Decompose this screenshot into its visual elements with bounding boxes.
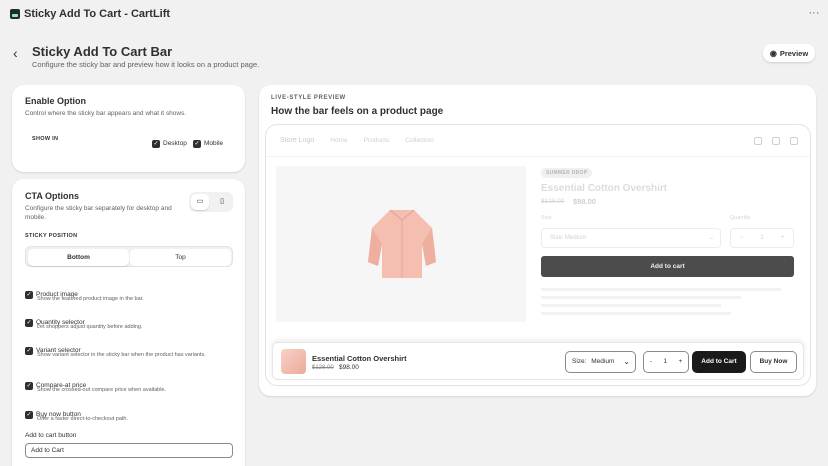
product-price: $98.00 [573, 197, 596, 206]
store-nav-icons [744, 137, 798, 145]
option-description: Show variant selector in the sticky bar … [37, 352, 206, 358]
product-size-label: Size [541, 215, 552, 221]
sticky-size-select[interactable]: Size: Medium ⌄ [565, 351, 636, 373]
sticky-size-label: Size: [572, 358, 587, 365]
sticky-product-name: Essential Cotton Overshirt [312, 354, 407, 363]
store-logo: Store Logo [280, 137, 315, 144]
device-toggle: ▭ ▯ [189, 192, 233, 212]
preview-button-label: Preview [779, 48, 809, 58]
checkmark-icon: ✓ [152, 139, 160, 148]
option-description: Offer a faster direct-to-checkout path. [37, 416, 128, 422]
overshirt-image [368, 209, 436, 278]
sticky-qty-minus-button[interactable]: - [650, 352, 652, 372]
position-top-option[interactable]: Top [130, 249, 231, 266]
sticky-buy-now-button[interactable]: Buy Now [750, 351, 797, 373]
add-to-cart-field-label: Add to cart button [25, 432, 77, 439]
enable-option-title: Enable Option [25, 96, 87, 106]
sticky-qty-plus-button[interactable]: + [678, 352, 682, 372]
product-quantity-label: Quantity [730, 215, 751, 221]
preview-device-frame: Store Logo Home Products Collection SUMM… [265, 124, 811, 386]
option-description: Let shoppers adjust quantity before addi… [37, 324, 143, 330]
product-quantity-value: 1 [760, 235, 764, 241]
desktop-checkbox[interactable]: ✓ Desktop [152, 135, 187, 153]
chevron-down-icon: ⌄ [623, 357, 630, 366]
cta-options-subtitle: Configure the sticky bar separately for … [25, 205, 172, 221]
compare-at-price-option[interactable]: ✓ Compare-at price Show the crossed-out c… [25, 377, 166, 395]
sticky-position-segmented: Bottom Top [25, 246, 233, 267]
more-options-icon[interactable]: ··· [806, 6, 822, 20]
app-title: Sticky Add To Cart - CartLift [24, 8, 171, 20]
product-size-select-value: Size: Medium [550, 235, 587, 241]
quantity-selector-option[interactable]: ✓ Quantity selector Let shoppers adjust q… [25, 314, 143, 332]
account-icon [772, 137, 780, 145]
page-title: Sticky Add To Cart Bar [32, 44, 173, 59]
page-subtitle: Configure the sticky bar and preview how… [32, 60, 260, 69]
option-description: Show the featured product image in the b… [37, 296, 144, 302]
sticky-add-to-cart-button[interactable]: Add to Cart [692, 351, 746, 373]
sticky-compare-price: $128.00 [312, 365, 334, 371]
store-nav-products: Products [363, 137, 390, 144]
enable-option-card: Enable Option Control where the sticky b… [12, 85, 245, 172]
checkmark-icon: ✓ [25, 410, 33, 419]
preview-title: How the bar feels on a product page [271, 106, 444, 117]
product-add-to-cart-button: Add to cart [541, 256, 794, 277]
search-icon [754, 137, 762, 145]
app-logo-icon [10, 9, 20, 19]
product-badge: SUMMER DROP [541, 168, 593, 178]
sticky-product-thumbnail [281, 349, 306, 374]
sticky-price: $98.00 [339, 364, 359, 371]
enable-option-subtitle: Control where the sticky bar appears and… [25, 110, 187, 117]
mobile-checkbox[interactable]: ✓ Mobile [193, 135, 223, 153]
checkmark-icon: ✓ [25, 290, 33, 299]
product-size-select: Size: Medium ⌄ [541, 228, 721, 248]
buy-now-option[interactable]: ✓ Buy now button Offer a faster direct-to… [25, 406, 128, 424]
store-nav-home: Home [330, 137, 348, 144]
sticky-qty-value: 1 [663, 358, 667, 365]
checkmark-icon: ✓ [193, 139, 201, 148]
cart-icon [790, 137, 798, 145]
preview-eyebrow: LIVE-STYLE PREVIEW [271, 95, 346, 101]
store-nav-collection: Collection [405, 137, 434, 144]
variant-selector-option[interactable]: ✓ Variant selector Show variant selector … [25, 342, 206, 360]
option-description: Show the crossed-out compare price when … [37, 387, 167, 393]
product-quantity-stepper: −1 + [730, 228, 794, 248]
checkmark-icon: ✓ [25, 318, 33, 327]
sticky-quantity-stepper: - 1 + [643, 351, 689, 373]
product-image [276, 166, 526, 322]
sticky-add-to-cart-bar: Essential Cotton Overshirt $128.00 $98.0… [272, 342, 804, 380]
add-to-cart-text-input[interactable]: Add to Cart [25, 443, 233, 458]
preview-button[interactable]: ◉ Preview [763, 44, 815, 62]
cta-options-title: CTA Options [25, 191, 79, 201]
sticky-size-value: Medium [591, 358, 615, 365]
back-arrow-icon[interactable]: ‹ [13, 46, 25, 60]
product-description-placeholder [541, 285, 794, 320]
desktop-device-icon[interactable]: ▭ [191, 194, 209, 210]
sticky-position-label: STICKY POSITION [25, 233, 78, 239]
desktop-label: Desktop [163, 140, 187, 148]
checkmark-icon: ✓ [25, 381, 33, 390]
chevron-down-icon: ⌄ [708, 235, 714, 241]
app-topbar: Sticky Add To Cart - CartLift ··· [0, 0, 828, 28]
product-compare-price: $128.00 [541, 198, 565, 205]
product-title: Essential Cotton Overshirt [541, 183, 668, 194]
eye-icon: ◉ [769, 48, 777, 58]
mobile-label: Mobile [204, 140, 224, 148]
product-image-option[interactable]: ✓ Product image Show the featured product… [25, 286, 144, 304]
store-nav: Store Logo Home Products Collection [266, 125, 810, 157]
mobile-device-icon[interactable]: ▯ [213, 194, 231, 210]
position-bottom-option[interactable]: Bottom [28, 249, 129, 266]
checkmark-icon: ✓ [25, 346, 33, 355]
show-in-label: SHOW IN [32, 136, 59, 142]
